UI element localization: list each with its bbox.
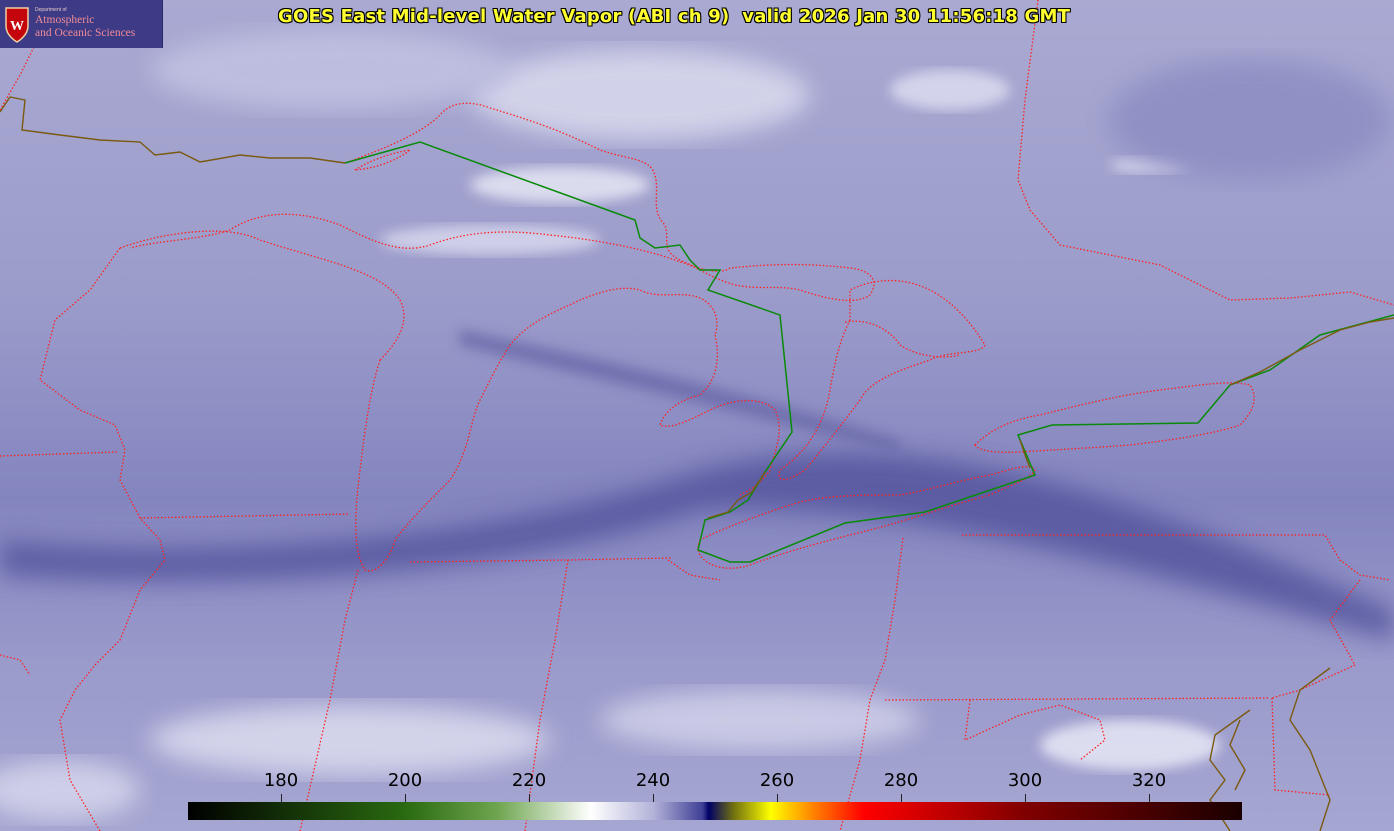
colorbar-tick [777,794,778,802]
colorbar-tick-label: 180 [263,770,299,791]
colorbar-tick [1149,794,1150,802]
colorbar-tick-label: 300 [1007,770,1043,791]
colorbar-tick [653,794,654,802]
logo-line2-text: and Oceanic Sciences [35,27,136,39]
colorbar-tick-label: 240 [635,770,671,791]
uw-crest-icon: W [5,7,29,43]
colorbar-gradient [188,802,1242,820]
colorbar-tick-label: 280 [883,770,919,791]
colorbar-tick-label: 320 [1131,770,1167,791]
uw-aos-logo: W Department of Atmospheric and Oceanic … [0,0,163,48]
colorbar-tick [529,794,530,802]
colorbar-tick-label: 200 [387,770,423,791]
water-vapor-map [0,0,1394,831]
logo-line1-text: Atmospheric [35,14,95,26]
logo-department-text: Department of [35,7,67,13]
colorbar-tick-label: 220 [511,770,547,791]
colorbar-tick [901,794,902,802]
image-title: GOES East Mid-level Water Vapor (ABI ch … [278,6,1071,27]
colorbar-tick [1025,794,1026,802]
colorbar-tick [281,794,282,802]
colorbar-tick-label: 260 [759,770,795,791]
svg-text:W: W [10,19,24,34]
colorbar-tick [405,794,406,802]
